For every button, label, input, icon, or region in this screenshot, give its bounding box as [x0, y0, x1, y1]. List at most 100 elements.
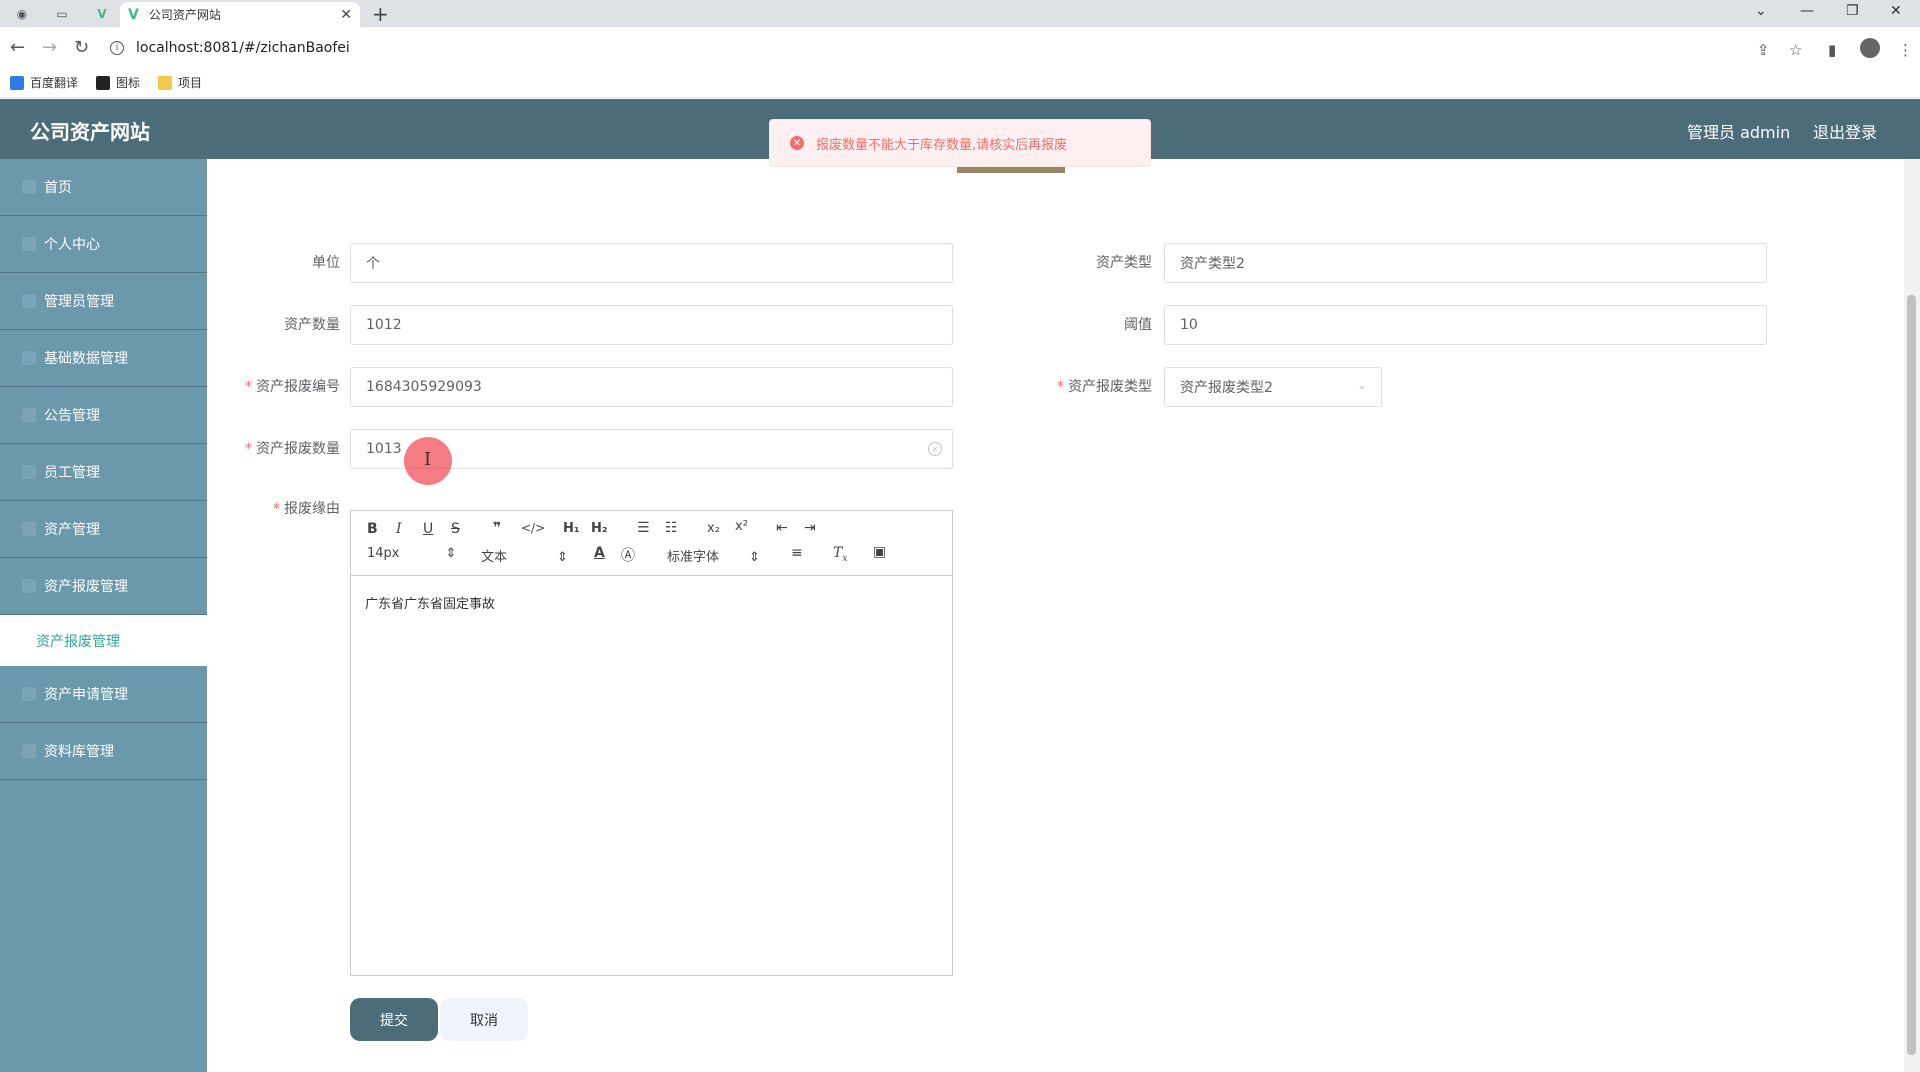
bold-icon[interactable]: B [367, 521, 378, 537]
scrap-type-label: * 资产报废类型 [1040, 368, 1152, 406]
restore-icon[interactable]: ❐ [1846, 3, 1859, 19]
reload-icon[interactable]: ↻ [74, 37, 89, 58]
scrap-type-value: 资产报废类型2 [1180, 380, 1273, 396]
underline-icon[interactable]: U [423, 521, 433, 537]
sidebar-item-label: 资产申请管理 [44, 687, 128, 703]
vue-tab-icon[interactable]: V [90, 4, 114, 24]
sidebar-item-label: 员工管理 [44, 465, 100, 481]
scrap-qty-label-text: 资产报废数量 [256, 441, 340, 457]
sidebar-item-basic-data[interactable]: 基础数据管理 [0, 330, 207, 387]
font-size-select[interactable]: 14px ⇕ [367, 546, 456, 561]
sidebar-item-staff[interactable]: 员工管理 [0, 444, 207, 501]
cancel-button[interactable]: 取消 [440, 998, 528, 1041]
new-tab-icon[interactable]: + [372, 2, 389, 26]
bullet-list-icon[interactable]: ☷ [665, 520, 678, 536]
align-icon[interactable]: ≡ [791, 545, 803, 561]
sidebar-item-label: 公告管理 [44, 408, 100, 424]
url-field[interactable]: i localhost:8081/#/zichanBaofei [110, 33, 1790, 63]
sidebar-subitem-asset-scrap[interactable]: 资产报废管理 [0, 615, 207, 666]
font-color-icon[interactable]: A [594, 545, 605, 561]
profile-avatar-icon[interactable] [1860, 38, 1880, 58]
threshold-value: 10 [1180, 317, 1198, 333]
info-icon[interactable]: i [110, 41, 124, 55]
outdent-icon[interactable]: ⇤ [776, 520, 788, 536]
threshold-label-text: 阈值 [1124, 317, 1152, 333]
bookmark-project[interactable]: 项目 [158, 74, 202, 91]
scrap-code-input[interactable]: 1684305929093 [350, 367, 953, 407]
window-close-icon[interactable]: ✕ [1890, 3, 1902, 19]
reason-label: * 报废缘由 [230, 490, 340, 528]
globe-icon[interactable]: ◉ [10, 4, 34, 24]
star-icon[interactable]: ☆ [1789, 41, 1802, 59]
toast-message: 报废数量不能大于库存数量,请核实后再报废 [816, 137, 1068, 153]
required-mark: * [245, 441, 252, 457]
format-value: 文本 [481, 550, 508, 565]
background-color-icon[interactable]: Ⓐ [621, 545, 635, 565]
sidebar-item-assets[interactable]: 资产管理 [0, 501, 207, 558]
threshold-input[interactable]: 10 [1164, 305, 1767, 345]
folder-icon [158, 75, 173, 90]
scrap-icon [22, 579, 36, 593]
sidebar-item-admins[interactable]: 管理员管理 [0, 273, 207, 330]
strikethrough-icon[interactable]: S [451, 521, 460, 537]
sidebar-item-asset-request[interactable]: 资产申请管理 [0, 666, 207, 723]
quantity-label: 资产数量 [230, 306, 340, 344]
heading1-icon[interactable]: H₁ [563, 521, 580, 536]
sidebar: 首页 个人中心 管理员管理 基础数据管理 公告管理 员工管理 资产管理 资产报废… [0, 159, 207, 1072]
scrollbar-thumb[interactable] [1907, 295, 1916, 1055]
sidebar-item-asset-scrap[interactable]: 资产报废管理 [0, 558, 207, 615]
active-tab[interactable]: V 公司资产网站 ✕ [120, 2, 360, 27]
sidebar-item-library[interactable]: 资料库管理 [0, 723, 207, 780]
reason-label-text: 报废缘由 [284, 501, 340, 517]
format-select[interactable]: 文本 ⇕ [481, 546, 568, 565]
superscript-icon[interactable]: x² [735, 519, 748, 534]
back-arrow-icon[interactable]: ← [10, 37, 25, 58]
font-family-select[interactable]: 标准字体 ⇕ [667, 546, 760, 565]
scrap-type-select[interactable]: 资产报废类型2 ⌄ [1164, 367, 1382, 407]
share-icon[interactable]: ⇪ [1757, 41, 1770, 59]
forward-arrow-icon[interactable]: → [42, 37, 57, 58]
ordered-list-icon[interactable]: ☰ [637, 520, 650, 536]
code-block-icon[interactable]: </> [521, 521, 545, 535]
bookmark-label: 百度翻译 [30, 76, 79, 90]
menu-dots-icon[interactable]: ⋮ [1898, 41, 1913, 59]
sidebar-item-profile[interactable]: 个人中心 [0, 216, 207, 273]
unit-input[interactable]: 个 [350, 243, 953, 283]
text-cursor-icon: I [424, 449, 432, 470]
editor-content[interactable]: 广东省广东省固定事故 [365, 593, 495, 612]
subscript-icon[interactable]: x₂ [707, 521, 720, 536]
unit-label: 单位 [230, 244, 340, 282]
asset-type-value: 资产类型2 [1180, 256, 1245, 272]
chevron-down-icon[interactable]: ⌄ [1755, 3, 1767, 19]
sidebar-item-label: 资产报废管理 [44, 579, 128, 595]
image-icon[interactable]: ▣ [873, 544, 886, 560]
notice-icon [22, 408, 36, 422]
logout-button[interactable]: 退出登录 [1813, 119, 1877, 143]
indent-icon[interactable]: ⇥ [804, 520, 816, 536]
quantity-value: 1012 [366, 317, 402, 333]
blank-tab-icon[interactable]: ▭ [50, 4, 74, 24]
clear-format-icon[interactable]: Tx [833, 545, 847, 564]
rich-text-editor[interactable]: B I U S ❞ </> H₁ H₂ ☰ ☷ x₂ x² ⇤ ⇥ 14px ⇕ … [350, 510, 953, 976]
bookmark-translate[interactable]: 百度翻译 [10, 74, 78, 91]
submit-button[interactable]: 提交 [350, 998, 438, 1041]
scrap-type-label-text: 资产报废类型 [1068, 379, 1152, 395]
vue-logo-icon: V [128, 6, 139, 23]
user-icon [22, 237, 36, 251]
threshold-label: 阈值 [1040, 306, 1152, 344]
tab-title: 公司资产网站 [148, 8, 221, 22]
quantity-input[interactable]: 1012 [350, 305, 953, 345]
blockquote-icon[interactable]: ❞ [493, 520, 501, 536]
heading2-icon[interactable]: H₂ [591, 521, 608, 536]
sidebar-item-home[interactable]: 首页 [0, 159, 207, 216]
close-icon[interactable]: ✕ [340, 7, 352, 23]
minimize-icon[interactable]: — [1800, 3, 1814, 19]
scrap-qty-value: 1013 [366, 441, 402, 457]
bookmark-icons[interactable]: 图标 [96, 74, 140, 91]
asset-type-input[interactable]: 资产类型2 [1164, 243, 1767, 283]
unit-value: 个 [366, 256, 380, 272]
sidepanel-icon[interactable]: ▮ [1828, 41, 1836, 59]
italic-icon[interactable]: I [396, 521, 402, 537]
sidebar-item-notices[interactable]: 公告管理 [0, 387, 207, 444]
clear-icon[interactable]: ✕ [928, 442, 942, 456]
